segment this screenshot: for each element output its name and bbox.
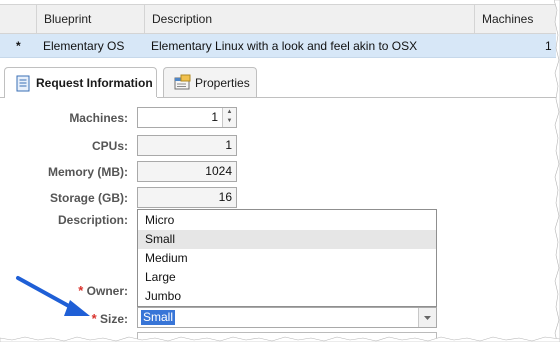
request-form-window: Blueprint Description Machines * Element… [0, 0, 556, 340]
chevron-down-icon[interactable]: ▼ [223, 117, 236, 126]
table-header: Blueprint Description Machines [0, 4, 556, 34]
chevron-up-icon[interactable]: ▲ [223, 108, 236, 117]
size-combobox[interactable]: Small [137, 307, 437, 328]
required-marker: * [16, 39, 21, 53]
active-tab-joiner [5, 97, 157, 98]
torn-edge-bottom [0, 336, 560, 342]
cell-description: Elementary Linux with a look and feel ak… [151, 39, 418, 53]
size-dropdown-list: Micro Small Medium Large Jumbo [137, 209, 437, 307]
column-header-description[interactable]: Description [144, 5, 474, 34]
torn-edge-right [554, 0, 560, 342]
column-header-blueprint[interactable]: Blueprint [36, 5, 144, 34]
cell-blueprint: Elementary OS [43, 39, 125, 53]
document-icon [15, 75, 32, 92]
storage-field[interactable]: 16 [137, 187, 237, 208]
tab-properties[interactable]: Properties [163, 67, 257, 97]
size-dropdown-trigger[interactable] [418, 308, 436, 327]
table-row[interactable]: * Elementary OS Elementary Linux with a … [0, 34, 556, 58]
memory-field[interactable]: 1024 [137, 161, 237, 182]
size-label-text: Size: [99, 312, 128, 326]
size-option-jumbo[interactable]: Jumbo [138, 287, 436, 306]
tab-label: Properties [195, 75, 250, 90]
cpus-label: CPUs: [91, 139, 128, 153]
size-option-small[interactable]: Small [138, 230, 436, 249]
machines-label: Machines: [69, 111, 128, 125]
machines-spinner[interactable]: ▲ ▼ [222, 108, 236, 127]
size-option-medium[interactable]: Medium [138, 249, 436, 268]
size-option-large[interactable]: Large [138, 268, 436, 287]
annotation-arrow-icon [16, 276, 90, 316]
chevron-down-icon[interactable] [419, 308, 436, 327]
cpus-field[interactable]: 1 [137, 135, 237, 156]
description-label: Description: [57, 213, 128, 227]
tab-request-information[interactable]: Request Information [4, 67, 157, 98]
column-header-machines[interactable]: Machines [474, 5, 556, 34]
cell-machines: 1 [545, 39, 552, 53]
storage-label: Storage (GB): [50, 191, 128, 205]
memory-label: Memory (MB): [48, 165, 128, 179]
size-option-micro[interactable]: Micro [138, 211, 436, 230]
size-selected-value[interactable]: Small [141, 310, 176, 325]
properties-icon [174, 74, 191, 91]
tab-label: Request Information [36, 76, 153, 90]
header-marker-column [0, 5, 36, 34]
